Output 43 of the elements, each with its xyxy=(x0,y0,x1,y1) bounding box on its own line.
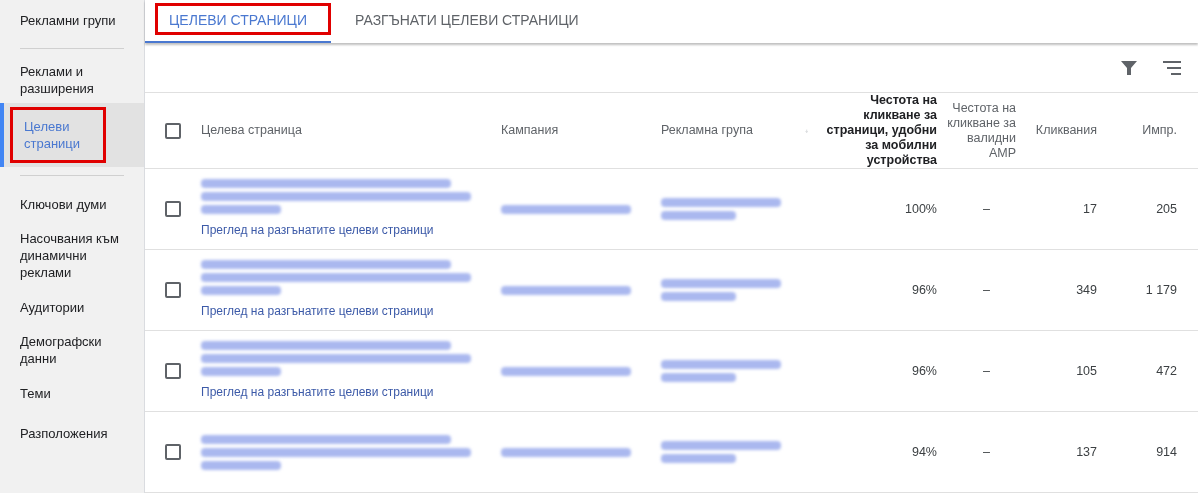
table-cell-text: 137 xyxy=(1075,443,1098,461)
table-cell-text: 1 179 xyxy=(1144,281,1178,299)
menu-icon[interactable] xyxy=(1162,59,1182,76)
sidebar-item[interactable]: Демографски данни xyxy=(0,327,144,373)
table-cell-text: 205 xyxy=(1155,200,1178,218)
table-cell-text: 105 xyxy=(1075,362,1098,380)
checkbox[interactable] xyxy=(165,363,181,379)
column-header[interactable]: Импр. xyxy=(1142,123,1177,138)
tab[interactable]: ЦЕЛЕВИ СТРАНИЦИ xyxy=(145,0,332,43)
table-cell-text: – xyxy=(982,362,991,380)
link[interactable]: Преглед на разгънатите целеви страници xyxy=(201,383,501,401)
tab[interactable]: РАЗГЪНАТИ ЦЕЛЕВИ СТРАНИЦИ xyxy=(331,0,603,43)
table-cell-text: 100% xyxy=(904,200,938,218)
link[interactable]: Преглед на разгънатите целеви страници xyxy=(201,221,501,239)
column-header[interactable]: Кампания xyxy=(501,123,559,138)
sidebar-item[interactable]: Теми xyxy=(0,373,144,413)
sidebar-item[interactable]: Насочвания към динамични реклами xyxy=(0,224,144,287)
sidebar-item[interactable]: Ключови думи xyxy=(0,184,144,224)
table-cell-text: – xyxy=(982,200,991,218)
checkbox[interactable] xyxy=(165,122,181,139)
table-cell-text: 349 xyxy=(1075,281,1098,299)
table-cell-text: 914 xyxy=(1155,443,1178,461)
checkbox[interactable] xyxy=(165,201,181,217)
sidebar-item[interactable]: Реклами и разширения xyxy=(0,57,144,103)
column-header[interactable]: Рекламна група xyxy=(661,123,753,138)
link[interactable]: Преглед на разгънатите целеви страници xyxy=(201,302,501,320)
table-cell-text: 472 xyxy=(1155,362,1178,380)
table-cell-text: – xyxy=(982,443,991,461)
column-header[interactable]: Честота на кликване за валидни AMP xyxy=(945,100,1016,161)
checkbox[interactable] xyxy=(165,444,181,460)
table-cell-text: 96% xyxy=(910,362,938,380)
table-cell-text: 17 xyxy=(1082,200,1098,218)
sidebar-item[interactable]: Разположения xyxy=(0,413,144,453)
filter-icon[interactable] xyxy=(1120,58,1138,77)
sidebar-item[interactable]: Рекламни групи xyxy=(0,0,144,40)
column-header[interactable]: Кликвания xyxy=(1035,123,1097,138)
checkbox[interactable] xyxy=(165,282,181,298)
table-cell-text: 96% xyxy=(910,281,938,299)
table-cell-text: – xyxy=(982,281,991,299)
column-header[interactable]: Целева страница xyxy=(201,123,302,138)
table-cell-text: 94% xyxy=(910,443,938,461)
sidebar-item[interactable]: Аудитории xyxy=(0,287,144,327)
column-header[interactable]: Честота на кликване за страници, удобни за мобилни устройства xyxy=(822,93,937,168)
